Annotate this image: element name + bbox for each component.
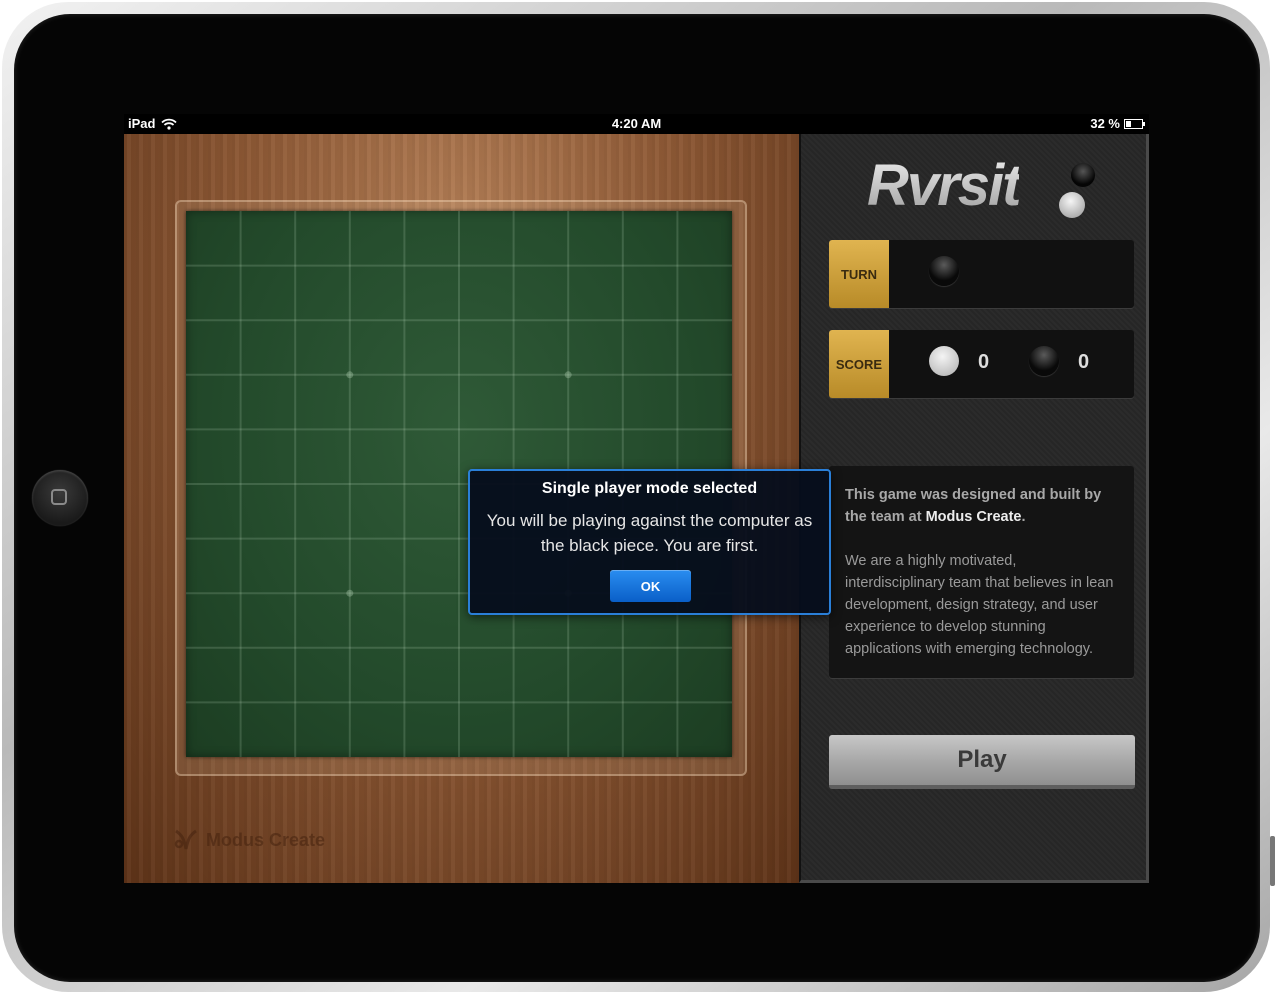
dialog-message: You will be playing against the computer…	[486, 511, 813, 555]
board-star-point	[346, 589, 354, 597]
board-star-point	[346, 371, 354, 379]
watermark-text: Modus Create	[206, 829, 326, 850]
dialog-title: Single player mode selected	[541, 480, 758, 497]
home-button[interactable]	[32, 470, 88, 526]
score-label: SCORE	[829, 330, 889, 398]
status-time: 4:20 AM	[611, 116, 662, 131]
side-panel: Rvrsit TURN SCORE 0 0 This game was desi…	[799, 134, 1149, 883]
game-logo: Rvrsit	[867, 153, 1021, 218]
about-lead-suffix: .	[1021, 509, 1026, 525]
battery-percent: 32 %	[1090, 116, 1120, 131]
about-lead: This game was designed and built by the …	[845, 484, 1118, 528]
turn-piece-black	[929, 256, 959, 286]
about-body: We are a highly motivated, interdiscipli…	[845, 553, 1114, 657]
board-star-point	[564, 371, 572, 379]
about-brand: Modus Create	[925, 509, 1022, 525]
about-box: This game was designed and built by the …	[829, 466, 1134, 678]
battery-icon	[1124, 118, 1145, 129]
home-square-icon	[51, 489, 67, 505]
modus-logo-icon	[174, 829, 197, 850]
score-white: 0	[978, 351, 990, 373]
score-black: 0	[1078, 351, 1090, 373]
score-piece-white	[929, 346, 959, 376]
status-bar: iPad 4:20 AM 32 %	[124, 114, 1149, 134]
play-button[interactable]: Play	[829, 735, 1135, 789]
ok-button[interactable]: OK	[610, 570, 691, 602]
alert-dialog: Single player mode selected You will be …	[468, 469, 831, 615]
logo-black-dot	[1071, 163, 1095, 187]
score-piece-black	[1029, 346, 1059, 376]
turn-box: TURN	[829, 240, 1134, 308]
volume-button	[1270, 836, 1275, 886]
turn-label: TURN	[829, 240, 889, 308]
modus-watermark: Modus Create	[174, 829, 325, 851]
logo-white-dot	[1059, 192, 1085, 218]
score-box: SCORE 0 0	[829, 330, 1134, 398]
status-right: 32 %	[1090, 116, 1145, 131]
